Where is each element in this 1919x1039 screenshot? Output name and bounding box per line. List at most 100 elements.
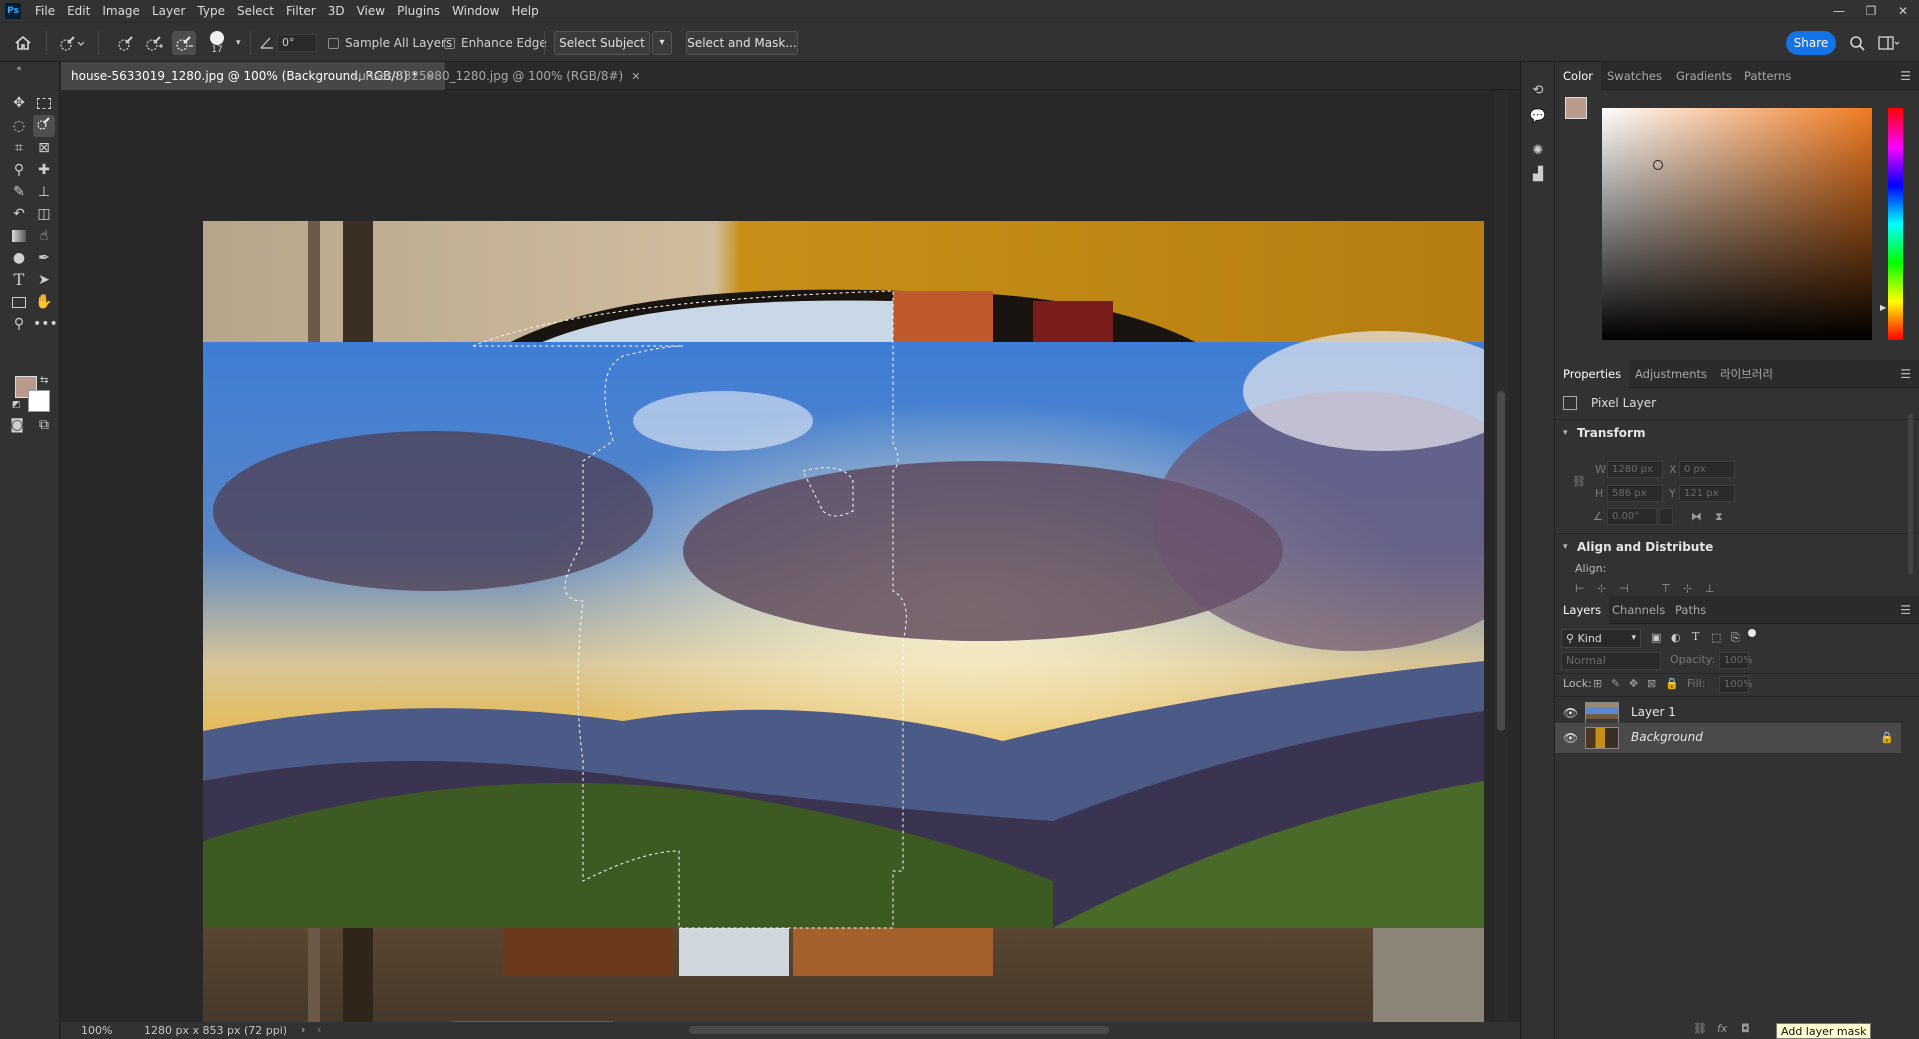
filter-pixel-layers-icon[interactable]: ▣ — [1651, 631, 1661, 644]
histogram-panel-icon[interactable]: ▟ — [1529, 166, 1547, 184]
tab-gradients[interactable]: Gradients — [1668, 62, 1740, 90]
tab-color[interactable]: Color — [1555, 62, 1602, 90]
link-dimensions-icon[interactable]: ⛓ — [1572, 475, 1586, 488]
zoom-level[interactable]: 100% — [81, 1024, 112, 1037]
panel-menu-icon[interactable]: ☰ — [1900, 360, 1911, 388]
filter-shape-layers-icon[interactable]: ⬚ — [1711, 631, 1721, 644]
lock-icon[interactable]: 🔒 — [1880, 731, 1894, 744]
layer-filter-kind-select[interactable]: ⚲ Kind ▾ — [1561, 629, 1641, 648]
marquee-tool-icon[interactable] — [33, 92, 55, 114]
photoshop-logo-icon[interactable]: Ps — [5, 3, 21, 19]
scroll-left-icon[interactable]: ‹ — [317, 1023, 321, 1036]
type-tool-icon[interactable]: T — [8, 269, 30, 291]
menu-window[interactable]: Window — [446, 0, 505, 22]
subtract-from-selection-mode[interactable] — [172, 31, 196, 55]
add-layer-mask-icon[interactable]: ◘ — [1741, 1022, 1750, 1035]
select-subject-dropdown[interactable]: ▾ — [652, 31, 672, 55]
hue-slider[interactable] — [1888, 108, 1903, 340]
align-center-horizontal-icon[interactable]: ⊹ — [1597, 582, 1606, 595]
close-window-button[interactable]: ✕ — [1887, 0, 1919, 22]
document-canvas[interactable] — [203, 221, 1484, 1039]
filter-toggle-icon[interactable] — [1748, 629, 1756, 637]
collapse-toolbar-icon[interactable]: « — [8, 64, 30, 74]
hand-tool-icon[interactable]: ✋ — [33, 291, 55, 313]
new-selection-mode[interactable] — [116, 23, 136, 63]
chevron-down-icon[interactable]: ▾ — [1563, 428, 1568, 438]
tab-patterns[interactable]: Patterns — [1736, 62, 1799, 90]
tab-swatches[interactable]: Swatches — [1599, 62, 1670, 90]
filter-smart-objects-icon[interactable]: ⎘ — [1731, 631, 1740, 645]
visibility-eye-icon[interactable]: 👁 — [1563, 731, 1578, 745]
angle-input[interactable]: 0° — [277, 34, 317, 52]
lasso-tool-icon[interactable]: ◌ — [8, 115, 30, 137]
fill-input[interactable]: 100% — [1719, 676, 1753, 693]
enhance-edge-checkbox[interactable]: Enhance Edge — [444, 23, 547, 63]
quick-mask-icon[interactable]: ◙ — [6, 414, 28, 436]
swap-colors-icon[interactable]: ⇆ — [40, 375, 48, 386]
menu-help[interactable]: Help — [505, 0, 544, 22]
sample-all-layers-checkbox[interactable]: Sample All Layers — [328, 23, 452, 63]
comments-panel-icon[interactable]: 💬 — [1529, 108, 1547, 126]
tab-paths[interactable]: Paths — [1667, 596, 1714, 624]
menu-plugins[interactable]: Plugins — [391, 0, 446, 22]
color-picker-marker[interactable] — [1653, 160, 1663, 170]
path-selection-tool-icon[interactable]: ➤ — [33, 269, 55, 291]
rectangle-tool-icon[interactable] — [8, 291, 30, 313]
healing-brush-tool-icon[interactable]: ✚ — [33, 159, 55, 181]
adjustments-panel-icon[interactable]: ✺ — [1529, 142, 1547, 160]
screen-mode-icon[interactable]: ⧉ — [33, 414, 55, 436]
minimize-button[interactable]: — — [1823, 0, 1855, 22]
color-foreground-swatch[interactable] — [1565, 97, 1587, 119]
panel-menu-icon[interactable]: ☰ — [1900, 596, 1911, 624]
brush-size-picker[interactable]: 17 — [210, 23, 224, 63]
align-distribute-section-title[interactable]: Align and Distribute — [1577, 540, 1713, 554]
select-and-mask-button[interactable]: Select and Mask... — [686, 31, 798, 55]
clone-stamp-tool-icon[interactable]: ⊥ — [33, 181, 55, 203]
layer-name[interactable]: Layer 1 — [1631, 705, 1676, 719]
tab-properties[interactable]: Properties — [1555, 360, 1630, 388]
filter-type-layers-icon[interactable]: T — [1692, 630, 1699, 643]
blend-mode-select[interactable]: Normal — [1561, 652, 1661, 670]
vertical-scroll-thumb[interactable] — [1497, 391, 1505, 731]
filter-adjustment-layers-icon[interactable]: ◐ — [1671, 631, 1681, 644]
flip-horizontal-icon[interactable]: ⧓ — [1691, 510, 1702, 523]
gradient-tool-icon[interactable] — [8, 225, 30, 247]
properties-scrollbar[interactable] — [1908, 414, 1913, 574]
background-color-swatch[interactable] — [28, 390, 50, 412]
tab-libraries[interactable]: 라이브러리 — [1712, 360, 1781, 388]
lock-position-icon[interactable]: ✥ — [1629, 677, 1638, 690]
chevron-down-icon[interactable]: ▾ — [1563, 542, 1568, 552]
tab-adjustments[interactable]: Adjustments — [1627, 360, 1715, 388]
color-field[interactable] — [1602, 108, 1872, 340]
eraser-tool-icon[interactable]: ◫ — [33, 203, 55, 225]
zoom-tool-icon[interactable]: ⚲ — [8, 313, 30, 335]
default-colors-icon[interactable]: ◩ — [12, 400, 21, 410]
more-tools-icon[interactable]: ••• — [33, 313, 58, 335]
layer-name[interactable]: Background — [1631, 730, 1703, 744]
layer-style-icon[interactable]: fx — [1717, 1022, 1727, 1035]
brush-dropdown-arrow[interactable]: ▾ — [236, 23, 241, 63]
height-input[interactable]: 586 px — [1607, 485, 1663, 502]
lock-image-pixels-icon[interactable]: ✎ — [1611, 677, 1620, 690]
layer-row-background[interactable]: 👁 Background 🔒 — [1555, 723, 1901, 753]
brush-tool-icon[interactable]: ✎ — [8, 181, 30, 203]
search-button[interactable] — [1849, 23, 1865, 63]
dodge-tool-icon[interactable]: ● — [8, 247, 30, 269]
horizontal-scroll-thumb[interactable] — [689, 1026, 1109, 1034]
flip-vertical-icon[interactable]: ⧗ — [1715, 510, 1723, 524]
visibility-eye-icon[interactable]: 👁 — [1563, 706, 1578, 720]
menu-image[interactable]: Image — [96, 0, 146, 22]
menu-view[interactable]: View — [351, 0, 391, 22]
quick-selection-tool-icon[interactable] — [33, 115, 55, 137]
align-right-icon[interactable]: ⊣ — [1619, 582, 1629, 595]
tab-channels[interactable]: Channels — [1604, 596, 1673, 624]
share-button[interactable]: Share — [1786, 31, 1836, 55]
eyedropper-tool-icon[interactable]: ⚲ — [8, 159, 30, 181]
pen-tool-icon[interactable]: ✒ — [33, 247, 55, 269]
restore-button[interactable]: ❐ — [1855, 0, 1887, 22]
align-top-icon[interactable]: ⊤ — [1661, 582, 1671, 595]
lock-artboard-icon[interactable]: ⊠ — [1647, 677, 1656, 690]
menu-select[interactable]: Select — [231, 0, 280, 22]
frame-tool-icon[interactable]: ⊠ — [33, 137, 55, 159]
link-layers-icon[interactable]: ⛓ — [1693, 1022, 1707, 1035]
